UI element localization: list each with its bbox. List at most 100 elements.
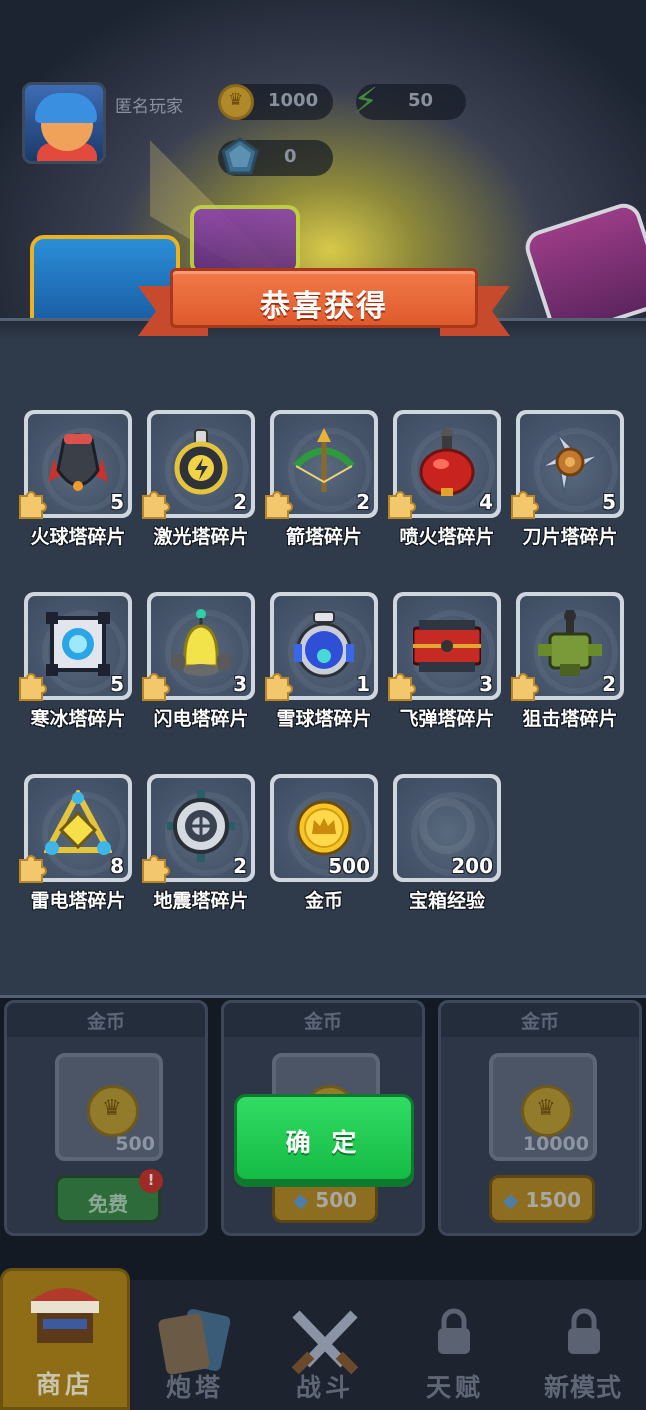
buy-with-gems-button[interactable]: 1500	[489, 1175, 595, 1223]
energy-value: 50	[408, 90, 434, 111]
item-count: 2	[233, 854, 247, 878]
laser-tower-icon	[174, 429, 228, 495]
item-count: 1	[356, 672, 370, 696]
nav-tab-battle[interactable]: 战斗	[260, 1294, 390, 1410]
puzzle-piece-icon	[265, 491, 293, 519]
player-name: 匿名玩家	[115, 97, 183, 117]
reward-banner: 恭喜获得	[138, 268, 510, 340]
nav-label: 战斗	[295, 1373, 354, 1402]
coin-pack-icon: 10000	[489, 1053, 597, 1161]
bottom-nav: 商店 炮塔 战斗 天赋 新模式	[0, 1268, 646, 1410]
reward-item-ice: 5 寒冰塔碎片	[19, 592, 132, 730]
item-count: 2	[356, 490, 370, 514]
item-label: 火球塔碎片	[30, 526, 126, 548]
puzzle-piece-icon	[265, 673, 293, 701]
puzzle-piece-icon	[142, 855, 170, 883]
nav-label: 炮塔	[165, 1373, 224, 1402]
reward-item-laser: 2 激光塔碎片	[142, 410, 255, 548]
sniper-tower-icon	[538, 610, 602, 676]
item-label: 金币	[304, 890, 343, 912]
shop-card-header: 金币	[224, 1003, 422, 1037]
puzzle-piece-icon	[388, 673, 416, 701]
shop-card-coins-free: 金币 500 免费 !	[4, 1000, 208, 1236]
reward-item-thunder: 8 雷电塔碎片	[19, 774, 132, 912]
item-count: 3	[479, 672, 493, 696]
puzzle-piece-icon	[19, 855, 47, 883]
ice-tower-icon	[46, 612, 110, 676]
item-label: 狙击塔碎片	[522, 708, 618, 730]
puzzle-piece-icon	[388, 491, 416, 519]
gold-coin-icon	[296, 800, 352, 856]
puzzle-piece-icon	[511, 673, 539, 701]
nav-label: 天赋	[425, 1373, 484, 1402]
reward-item-arrow: 2 箭塔碎片	[265, 410, 378, 548]
confirm-button[interactable]: 确 定	[234, 1094, 414, 1182]
item-label: 激光塔碎片	[153, 526, 249, 548]
reward-item-earthquake: 2 地震塔碎片	[142, 774, 255, 912]
player-avatar[interactable]	[22, 82, 106, 164]
puzzle-piece-icon	[511, 491, 539, 519]
lock-icon	[568, 1308, 600, 1354]
chest-exp-icon	[419, 798, 475, 854]
item-count: 2	[233, 490, 247, 514]
reward-item-lightning: 3 闪电塔碎片	[142, 592, 255, 730]
shop-card-header: 金币	[7, 1003, 205, 1037]
item-count: 200	[451, 854, 493, 878]
reward-item-chest-exp: 200 宝箱经验	[393, 774, 501, 912]
lock-icon	[438, 1308, 470, 1354]
shop-card-coins-10000: 金币 10000 1500	[438, 1000, 642, 1236]
item-label: 雷电塔碎片	[30, 890, 126, 912]
missile-tower-icon	[413, 620, 481, 672]
item-count: 8	[110, 854, 124, 878]
item-label: 箭塔碎片	[285, 526, 362, 548]
item-label: 地震塔碎片	[153, 890, 249, 912]
nav-tab-towers[interactable]: 炮塔	[130, 1294, 260, 1410]
nav-tab-talent[interactable]: 天赋	[390, 1294, 520, 1410]
fireball-tower-icon	[48, 433, 108, 491]
notification-badge: !	[139, 1169, 163, 1193]
crossed-swords-icon	[291, 1310, 359, 1375]
item-label: 宝箱经验	[408, 890, 485, 912]
energy-bolt-icon: ⚡	[353, 81, 379, 122]
item-label: 刀片塔碎片	[522, 526, 618, 548]
shop-card-header: 金币	[441, 1003, 639, 1037]
game-screen: 匿名玩家 1000 ⚡ 50 0 恭喜获得 5 火球塔碎片	[0, 0, 646, 1410]
blade-tower-icon	[539, 431, 601, 495]
puzzle-piece-icon	[142, 491, 170, 519]
reward-item-sniper: 2 狙击塔碎片	[511, 592, 624, 730]
reward-item-coins: 500 金币	[270, 774, 378, 912]
gem-price: 500	[293, 1188, 357, 1212]
item-count: 500	[328, 854, 370, 878]
puzzle-piece-icon	[19, 491, 47, 519]
gem-value: 0	[284, 146, 297, 167]
nav-label: 商店	[35, 1370, 94, 1399]
reward-item-flamethrower: 4 喷火塔碎片	[388, 410, 501, 548]
item-count: 5	[110, 490, 124, 514]
nav-tab-shop[interactable]: 商店	[0, 1268, 130, 1410]
coin-pack-icon: 500	[55, 1053, 163, 1161]
item-label: 闪电塔碎片	[153, 708, 249, 730]
flamethrower-tower-icon	[419, 428, 475, 496]
gem-price: 1500	[503, 1188, 581, 1212]
tower-cards-icon	[158, 1309, 231, 1374]
item-label: 喷火塔碎片	[399, 526, 495, 548]
puzzle-piece-icon	[142, 673, 170, 701]
earthquake-tower-icon	[167, 790, 235, 862]
nav-label: 新模式	[543, 1373, 622, 1402]
lightning-tower-icon	[171, 609, 231, 676]
reward-item-missile: 3 飞弹塔碎片	[388, 592, 501, 730]
item-count: 5	[110, 672, 124, 696]
gem-icon	[221, 137, 259, 175]
reward-item-snowball: 1 雪球塔碎片	[265, 592, 378, 730]
coin-icon	[218, 84, 254, 120]
item-count: 5	[602, 490, 616, 514]
item-label: 雪球塔碎片	[276, 708, 372, 730]
nav-tab-new-mode[interactable]: 新模式	[520, 1294, 646, 1410]
reward-item-fireball: 5 火球塔碎片	[19, 410, 132, 548]
item-count: 3	[233, 672, 247, 696]
item-label: 寒冰塔碎片	[30, 708, 126, 730]
pack-amount: 10000	[522, 1133, 589, 1155]
item-count: 4	[479, 490, 493, 514]
item-label: 飞弹塔碎片	[399, 708, 495, 730]
buy-with-gems-button[interactable]: 500	[272, 1175, 378, 1223]
